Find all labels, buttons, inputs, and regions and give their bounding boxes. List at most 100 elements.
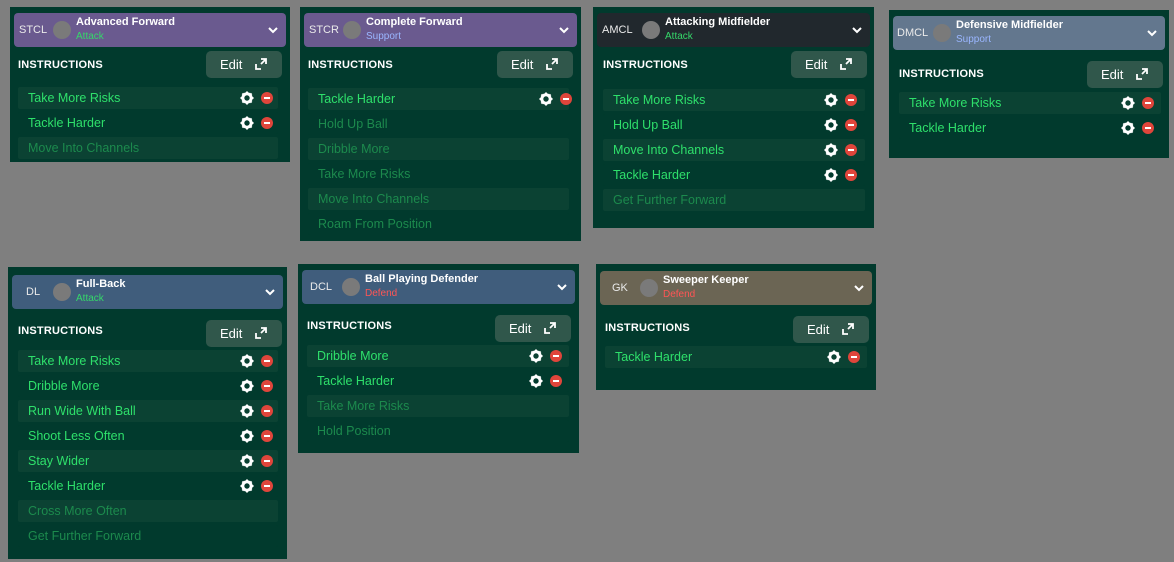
role-name: Sweeper Keeper: [663, 274, 749, 286]
instruction-row[interactable]: Stay Wider: [18, 450, 278, 472]
instruction-row[interactable]: Take More Risks: [308, 163, 569, 185]
instruction-row[interactable]: Tackle Harder: [308, 88, 572, 110]
instruction-row[interactable]: Shoot Less Often: [18, 425, 278, 447]
instruction-row[interactable]: Take More Risks: [307, 395, 569, 417]
remove-icon[interactable]: [1142, 97, 1154, 109]
instruction-label: Take More Risks: [909, 96, 1002, 110]
gear-icon[interactable]: [240, 91, 254, 105]
gear-icon[interactable]: [240, 116, 254, 130]
instruction-label: Take More Risks: [28, 354, 121, 368]
gear-icon[interactable]: [529, 374, 543, 388]
remove-icon[interactable]: [845, 119, 857, 131]
chevron-down-icon[interactable]: [852, 281, 866, 295]
avatar: [642, 21, 660, 39]
role-name: Attacking Midfielder: [665, 16, 771, 28]
avatar: [933, 24, 951, 42]
instruction-row[interactable]: Run Wide With Ball: [18, 400, 278, 422]
instruction-row[interactable]: Tackle Harder: [307, 370, 569, 392]
role-panel-stcl: STCL Advanced Forward Attack INSTRUCTION…: [10, 7, 290, 162]
role-selector[interactable]: DL Full-Back Attack: [12, 275, 283, 309]
edit-button[interactable]: Edit: [495, 315, 571, 342]
remove-icon[interactable]: [261, 455, 273, 467]
chevron-down-icon[interactable]: [557, 23, 571, 37]
instruction-row[interactable]: Dribble More: [18, 375, 278, 397]
role-selector[interactable]: DMCL Defensive Midfielder Support: [893, 16, 1165, 50]
instruction-row[interactable]: Move Into Channels: [603, 139, 865, 161]
instruction-row[interactable]: Tackle Harder: [605, 346, 867, 368]
gear-icon[interactable]: [240, 479, 254, 493]
instruction-row[interactable]: Tackle Harder: [18, 475, 278, 497]
gear-icon[interactable]: [240, 404, 254, 418]
role-selector[interactable]: STCR Complete Forward Support: [304, 13, 577, 47]
edit-label: Edit: [509, 321, 532, 336]
instruction-row[interactable]: Tackle Harder: [603, 164, 865, 186]
edit-button[interactable]: Edit: [206, 320, 282, 347]
remove-icon[interactable]: [845, 169, 857, 181]
instruction-row[interactable]: Hold Up Ball: [308, 113, 569, 135]
gear-icon[interactable]: [824, 93, 838, 107]
instruction-label: Hold Up Ball: [613, 118, 683, 132]
remove-icon[interactable]: [845, 94, 857, 106]
gear-icon[interactable]: [240, 354, 254, 368]
instruction-row[interactable]: Take More Risks: [18, 350, 278, 372]
gear-icon[interactable]: [1121, 96, 1135, 110]
remove-icon[interactable]: [261, 380, 273, 392]
gear-icon[interactable]: [529, 349, 543, 363]
role-selector[interactable]: DCL Ball Playing Defender Defend: [302, 270, 575, 304]
instruction-row[interactable]: Roam From Position: [308, 213, 569, 235]
remove-icon[interactable]: [848, 351, 860, 363]
gear-icon[interactable]: [240, 454, 254, 468]
gear-icon[interactable]: [240, 429, 254, 443]
remove-icon[interactable]: [550, 350, 562, 362]
role-panel-amcl: AMCL Attacking Midfielder Attack INSTRUC…: [593, 7, 874, 228]
instruction-row[interactable]: Cross More Often: [18, 500, 278, 522]
edit-button[interactable]: Edit: [1087, 61, 1163, 88]
remove-icon[interactable]: [261, 405, 273, 417]
role-selector[interactable]: STCL Advanced Forward Attack: [14, 13, 286, 47]
chevron-down-icon[interactable]: [1145, 26, 1159, 40]
instruction-row[interactable]: Dribble More: [307, 345, 569, 367]
gear-icon[interactable]: [1121, 121, 1135, 135]
role-selector[interactable]: GK Sweeper Keeper Defend: [600, 271, 872, 305]
edit-button[interactable]: Edit: [206, 51, 282, 78]
instruction-row[interactable]: Take More Risks: [899, 92, 1161, 114]
instruction-row[interactable]: Move Into Channels: [308, 188, 569, 210]
chevron-down-icon[interactable]: [555, 280, 569, 294]
gear-icon[interactable]: [824, 143, 838, 157]
remove-icon[interactable]: [261, 355, 273, 367]
remove-icon[interactable]: [261, 480, 273, 492]
edit-button[interactable]: Edit: [793, 316, 869, 343]
gear-icon[interactable]: [539, 92, 553, 106]
remove-icon[interactable]: [560, 93, 572, 105]
instructions-title: INSTRUCTIONS: [605, 322, 690, 334]
instruction-row[interactable]: Get Further Forward: [18, 525, 278, 547]
instruction-row[interactable]: Take More Risks: [18, 87, 278, 109]
remove-icon[interactable]: [261, 430, 273, 442]
chevron-down-icon[interactable]: [266, 23, 280, 37]
instruction-label: Take More Risks: [318, 167, 411, 181]
edit-button[interactable]: Edit: [791, 51, 867, 78]
instruction-row[interactable]: Get Further Forward: [603, 189, 865, 211]
instruction-row[interactable]: Tackle Harder: [18, 112, 278, 134]
chevron-down-icon[interactable]: [850, 23, 864, 37]
instruction-row[interactable]: Tackle Harder: [899, 117, 1161, 139]
chevron-down-icon[interactable]: [263, 285, 277, 299]
remove-icon[interactable]: [845, 144, 857, 156]
instruction-row[interactable]: Hold Up Ball: [603, 114, 865, 136]
instruction-row[interactable]: Hold Position: [307, 420, 569, 442]
instruction-row[interactable]: Dribble More: [308, 138, 569, 160]
edit-label: Edit: [220, 326, 243, 341]
role-selector[interactable]: AMCL Attacking Midfielder Attack: [597, 13, 870, 47]
remove-icon[interactable]: [1142, 122, 1154, 134]
edit-button[interactable]: Edit: [497, 51, 573, 78]
instruction-row[interactable]: Move Into Channels: [18, 137, 278, 159]
gear-icon[interactable]: [827, 350, 841, 364]
remove-icon[interactable]: [261, 117, 273, 129]
remove-icon[interactable]: [550, 375, 562, 387]
instruction-row[interactable]: Take More Risks: [603, 89, 865, 111]
gear-icon[interactable]: [824, 168, 838, 182]
gear-icon[interactable]: [824, 118, 838, 132]
remove-icon[interactable]: [261, 92, 273, 104]
instruction-label: Move Into Channels: [613, 143, 725, 157]
gear-icon[interactable]: [240, 379, 254, 393]
